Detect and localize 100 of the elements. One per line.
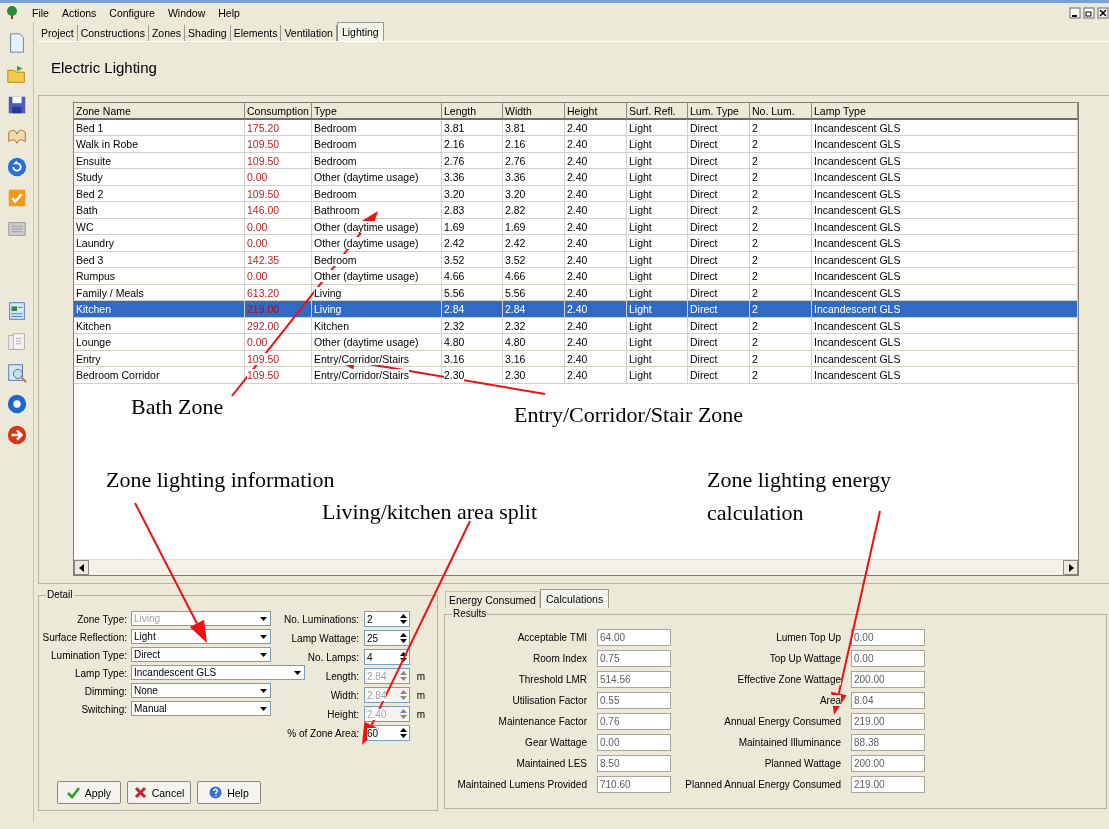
table-cell: Lounge — [74, 334, 245, 351]
menu-item[interactable]: Actions — [61, 6, 97, 19]
column-header[interactable]: Lamp Type — [812, 103, 1078, 120]
table-cell: 2.40 — [565, 152, 627, 169]
tab[interactable]: Lighting — [336, 22, 384, 41]
table-cell: 2 — [750, 185, 812, 202]
spin-field[interactable]: 4 — [364, 649, 410, 665]
column-header[interactable]: Lum. Type — [688, 103, 750, 120]
tab[interactable]: Project — [38, 25, 78, 41]
table-row[interactable]: Bed 1 175.20 Bedroom 3.81 3.81 2.40 Light Direct 2 Incandescent GLS — [74, 119, 1078, 136]
column-header[interactable]: Width — [503, 103, 565, 120]
column-header[interactable]: Surf. Refl. — [627, 103, 688, 120]
horizontal-scrollbar[interactable] — [74, 559, 1078, 575]
table-row[interactable]: Kitchen 219.00 Living 2.84 2.84 2.40 Light Direct 2 Incandescent GLS — [74, 301, 1078, 318]
table-cell: Bedroom — [312, 136, 442, 153]
field-label: Area — [819, 695, 841, 706]
menu-item[interactable]: File — [32, 6, 49, 19]
dropdown[interactable]: Incandescent GLS — [131, 665, 305, 680]
dot-circle-icon[interactable] — [5, 393, 28, 415]
table-cell: Incandescent GLS — [812, 136, 1078, 153]
table-cell: 2.32 — [442, 317, 503, 334]
table-cell: 4.80 — [503, 334, 565, 351]
table-cell: Incandescent GLS — [812, 218, 1078, 235]
result-field: 200.00 — [851, 671, 925, 688]
spin-field[interactable]: 2 — [364, 611, 410, 627]
close-icon[interactable] — [1097, 6, 1109, 19]
table-cell: Bedroom Corridor — [74, 367, 245, 384]
table-cell: Incandescent GLS — [812, 185, 1078, 202]
dialog-button[interactable]: Cancel — [127, 781, 191, 804]
field-label: Maintained LES — [516, 758, 587, 769]
table-cell: 3.36 — [442, 169, 503, 186]
table-row[interactable]: Walk in Robe 109.50 Bedroom 2.16 2.16 2.40 Light Direct 2 Incandescent GLS — [74, 136, 1078, 153]
table-cell: 2 — [750, 202, 812, 219]
table-cell: 3.20 — [503, 185, 565, 202]
table-cell: 1.69 — [442, 218, 503, 235]
column-header[interactable]: Length — [442, 103, 503, 120]
table-cell: Direct — [688, 268, 750, 285]
field-label: No. Luminations: — [283, 614, 359, 625]
scroll-left-icon[interactable] — [78, 563, 85, 572]
spin-arrows-icon[interactable] — [398, 631, 409, 645]
annotation-label: Entry/Corridor/Stair Zone — [514, 401, 745, 429]
field-label: Height: — [327, 709, 359, 720]
table-cell: Study — [74, 169, 245, 186]
table-row[interactable]: Laundry 0.00 Other (daytime usage) 2.42 2.42 2.40 Light Direct 2 Incandescent GLS — [74, 235, 1078, 252]
table-row[interactable]: Lounge 0.00 Other (daytime usage) 4.80 4.80 2.40 Light Direct 2 Incandescent GLS — [74, 334, 1078, 351]
table-row[interactable]: Ensuite 109.50 Bedroom 2.76 2.76 2.40 Light Direct 2 Incandescent GLS — [74, 152, 1078, 169]
refresh-icon[interactable] — [5, 156, 28, 178]
table-row[interactable]: WC 0.00 Other (daytime usage) 1.69 1.69 2.40 Light Direct 2 Incandescent GLS — [74, 218, 1078, 235]
table-row[interactable]: Bedroom Corridor 109.50 Entry/Corridor/Stairs 2.30 2.30 2.40 Light Direct 2 Incandescent GLS — [74, 367, 1078, 384]
table-cell: 2.84 — [503, 301, 565, 318]
table-row[interactable]: Bath 146.00 Bathroom 2.83 2.82 2.40 Light Direct 2 Incandescent GLS — [74, 202, 1078, 219]
table-row[interactable]: Kitchen 292.00 Kitchen 2.32 2.32 2.40 Light Direct 2 Incandescent GLS — [74, 317, 1078, 334]
cross-icon — [133, 786, 147, 799]
dropdown[interactable]: Direct — [131, 647, 271, 662]
table-cell: Incandescent GLS — [812, 334, 1078, 351]
menu-item[interactable]: Window — [167, 6, 206, 19]
result-field: 710.60 — [597, 776, 671, 793]
tab[interactable]: Shading — [185, 25, 231, 41]
result-field: 88.38 — [851, 734, 925, 751]
column-header[interactable]: Consumption — [245, 103, 312, 120]
preview-icon[interactable] — [5, 362, 28, 384]
column-header[interactable]: No. Lum. — [750, 103, 812, 120]
dropdown[interactable]: Light — [131, 629, 271, 644]
table-row[interactable]: Entry 109.50 Entry/Corridor/Stairs 3.16 3.16 2.40 Light Direct 2 Incandescent GLS — [74, 350, 1078, 367]
table-cell: 2.40 — [565, 136, 627, 153]
table-row[interactable]: Bed 2 109.50 Bedroom 3.20 3.20 2.40 Light Direct 2 Incandescent GLS — [74, 185, 1078, 202]
minimize-icon[interactable] — [1069, 6, 1081, 19]
column-header[interactable]: Type — [312, 103, 442, 120]
table-cell: 2 — [750, 301, 812, 318]
tab[interactable]: Calculations — [539, 589, 610, 608]
table-cell: 3.52 — [503, 251, 565, 268]
column-header[interactable]: Zone Name — [74, 103, 245, 120]
dropdown[interactable]: Manual — [131, 701, 271, 716]
dialog-button[interactable]: Help — [197, 781, 261, 804]
dialog-button[interactable]: Apply — [57, 781, 121, 804]
table-cell: 2.40 — [565, 301, 627, 318]
table-row[interactable]: Rumpus 0.00 Other (daytime usage) 4.66 4.66 2.40 Light Direct 2 Incandescent GLS — [74, 268, 1078, 285]
scroll-right-icon[interactable] — [1067, 563, 1074, 572]
table-cell: Living — [312, 301, 442, 318]
spin-field[interactable]: 25 — [364, 630, 410, 646]
table-row[interactable]: Study 0.00 Other (daytime usage) 3.36 3.36 2.40 Light Direct 2 Incandescent GLS — [74, 169, 1078, 186]
dropdown[interactable]: None — [131, 683, 271, 698]
result-field: 219.00 — [851, 713, 925, 730]
table-cell: 0.00 — [245, 334, 312, 351]
menu-item[interactable]: Configure — [109, 6, 155, 19]
spin-arrows-icon[interactable] — [398, 612, 409, 626]
restore-icon[interactable] — [1083, 6, 1095, 19]
table-row[interactable]: Bed 3 142.35 Bedroom 3.52 3.52 2.40 Light Direct 2 Incandescent GLS — [74, 251, 1078, 268]
table-cell: 3.52 — [442, 251, 503, 268]
tab[interactable]: Ventilation — [281, 25, 337, 41]
table-cell: Light — [627, 268, 688, 285]
spin-arrows-icon[interactable] — [398, 726, 409, 740]
menu-item[interactable]: Help — [218, 6, 240, 19]
table-cell: 2.82 — [503, 202, 565, 219]
spin-arrows-icon[interactable] — [398, 650, 409, 664]
column-header[interactable]: Height — [565, 103, 627, 120]
field-label: Lamp Wattage: — [291, 633, 359, 644]
table-cell: Light — [627, 301, 688, 318]
table-cell: 2 — [750, 235, 812, 252]
table-cell: Direct — [688, 169, 750, 186]
